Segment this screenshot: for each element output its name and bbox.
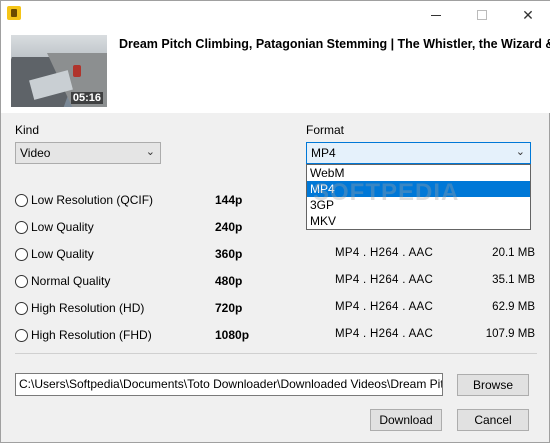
browse-button[interactable]: Browse xyxy=(457,374,529,396)
output-path-input[interactable]: C:\Users\Softpedia\Documents\Toto Downlo… xyxy=(15,373,443,396)
divider xyxy=(15,353,537,354)
format-option-mkv[interactable]: MKV xyxy=(307,213,530,229)
chevron-down-icon: ⌄ xyxy=(515,146,525,158)
quality-codec: MP4 . H264 . AAC xyxy=(335,301,434,313)
video-title: Dream Pitch Climbing, Patagonian Stemmin… xyxy=(119,37,550,51)
quality-resolution: 240p xyxy=(215,220,243,234)
quality-name: Normal Quality xyxy=(31,274,111,288)
quality-name: Low Quality xyxy=(31,247,94,261)
kind-label: Kind xyxy=(15,123,40,137)
quality-row[interactable]: Normal Quality 480p MP4 . H264 . AAC 35.… xyxy=(15,272,535,292)
close-icon: ✕ xyxy=(522,6,534,23)
quality-row[interactable]: High Resolution (HD) 720p MP4 . H264 . A… xyxy=(15,299,535,319)
quality-codec: MP4 . H264 . AAC xyxy=(335,247,434,259)
video-header: 05:16 Dream Pitch Climbing, Patagonian S… xyxy=(1,29,550,113)
title-bar: ✕ xyxy=(1,1,550,29)
quality-resolution: 360p xyxy=(215,247,243,261)
format-select-value: MP4 xyxy=(311,146,336,160)
format-option-3gp[interactable]: 3GP xyxy=(307,197,530,213)
quality-resolution: 720p xyxy=(215,301,243,315)
quality-resolution: 144p xyxy=(215,193,243,207)
quality-name: Low Resolution (QCIF) xyxy=(31,193,154,207)
kind-select[interactable]: Video ⌄ xyxy=(15,142,161,164)
close-button[interactable]: ✕ xyxy=(505,1,550,29)
chevron-down-icon: ⌄ xyxy=(145,146,155,158)
main-window: ✕ 05:16 Dream Pitch Climbing, Patagonian… xyxy=(0,0,550,443)
quality-size: 20.1 MB xyxy=(492,247,535,259)
quality-resolution: 1080p xyxy=(215,328,250,342)
format-dropdown-list: WebM MP4 3GP MKV xyxy=(306,164,531,230)
quality-radio[interactable] xyxy=(15,248,28,261)
format-label: Format xyxy=(306,123,345,137)
quality-row[interactable]: Low Quality 360p MP4 . H264 . AAC 20.1 M… xyxy=(15,245,535,265)
format-select[interactable]: MP4 ⌄ xyxy=(306,142,531,164)
quality-radio[interactable] xyxy=(15,302,28,315)
quality-codec: MP4 . H264 . AAC xyxy=(335,328,434,340)
quality-radio[interactable] xyxy=(15,329,28,342)
app-icon xyxy=(7,6,21,20)
quality-name: High Resolution (FHD) xyxy=(31,328,152,342)
download-button[interactable]: Download xyxy=(370,409,442,431)
kind-select-value: Video xyxy=(20,146,51,160)
format-option-mp4[interactable]: MP4 xyxy=(307,181,530,197)
minimize-icon xyxy=(431,14,441,16)
format-option-webm[interactable]: WebM xyxy=(307,165,530,181)
quality-size: 107.9 MB xyxy=(485,328,535,340)
quality-radio[interactable] xyxy=(15,221,28,234)
quality-radio[interactable] xyxy=(15,194,28,207)
cancel-button[interactable]: Cancel xyxy=(457,409,529,431)
quality-size: 62.9 MB xyxy=(492,301,535,313)
minimize-button[interactable] xyxy=(413,1,459,29)
quality-resolution: 480p xyxy=(215,274,243,288)
video-duration: 05:16 xyxy=(70,92,103,104)
quality-name: Low Quality xyxy=(31,220,94,234)
video-thumbnail: 05:16 xyxy=(11,35,107,107)
quality-name: High Resolution (HD) xyxy=(31,301,145,315)
maximize-button[interactable] xyxy=(459,1,505,29)
quality-row[interactable]: High Resolution (FHD) 1080p MP4 . H264 .… xyxy=(15,326,535,346)
quality-radio[interactable] xyxy=(15,275,28,288)
maximize-icon xyxy=(477,10,487,20)
quality-size: 35.1 MB xyxy=(492,274,535,286)
quality-codec: MP4 . H264 . AAC xyxy=(335,274,434,286)
